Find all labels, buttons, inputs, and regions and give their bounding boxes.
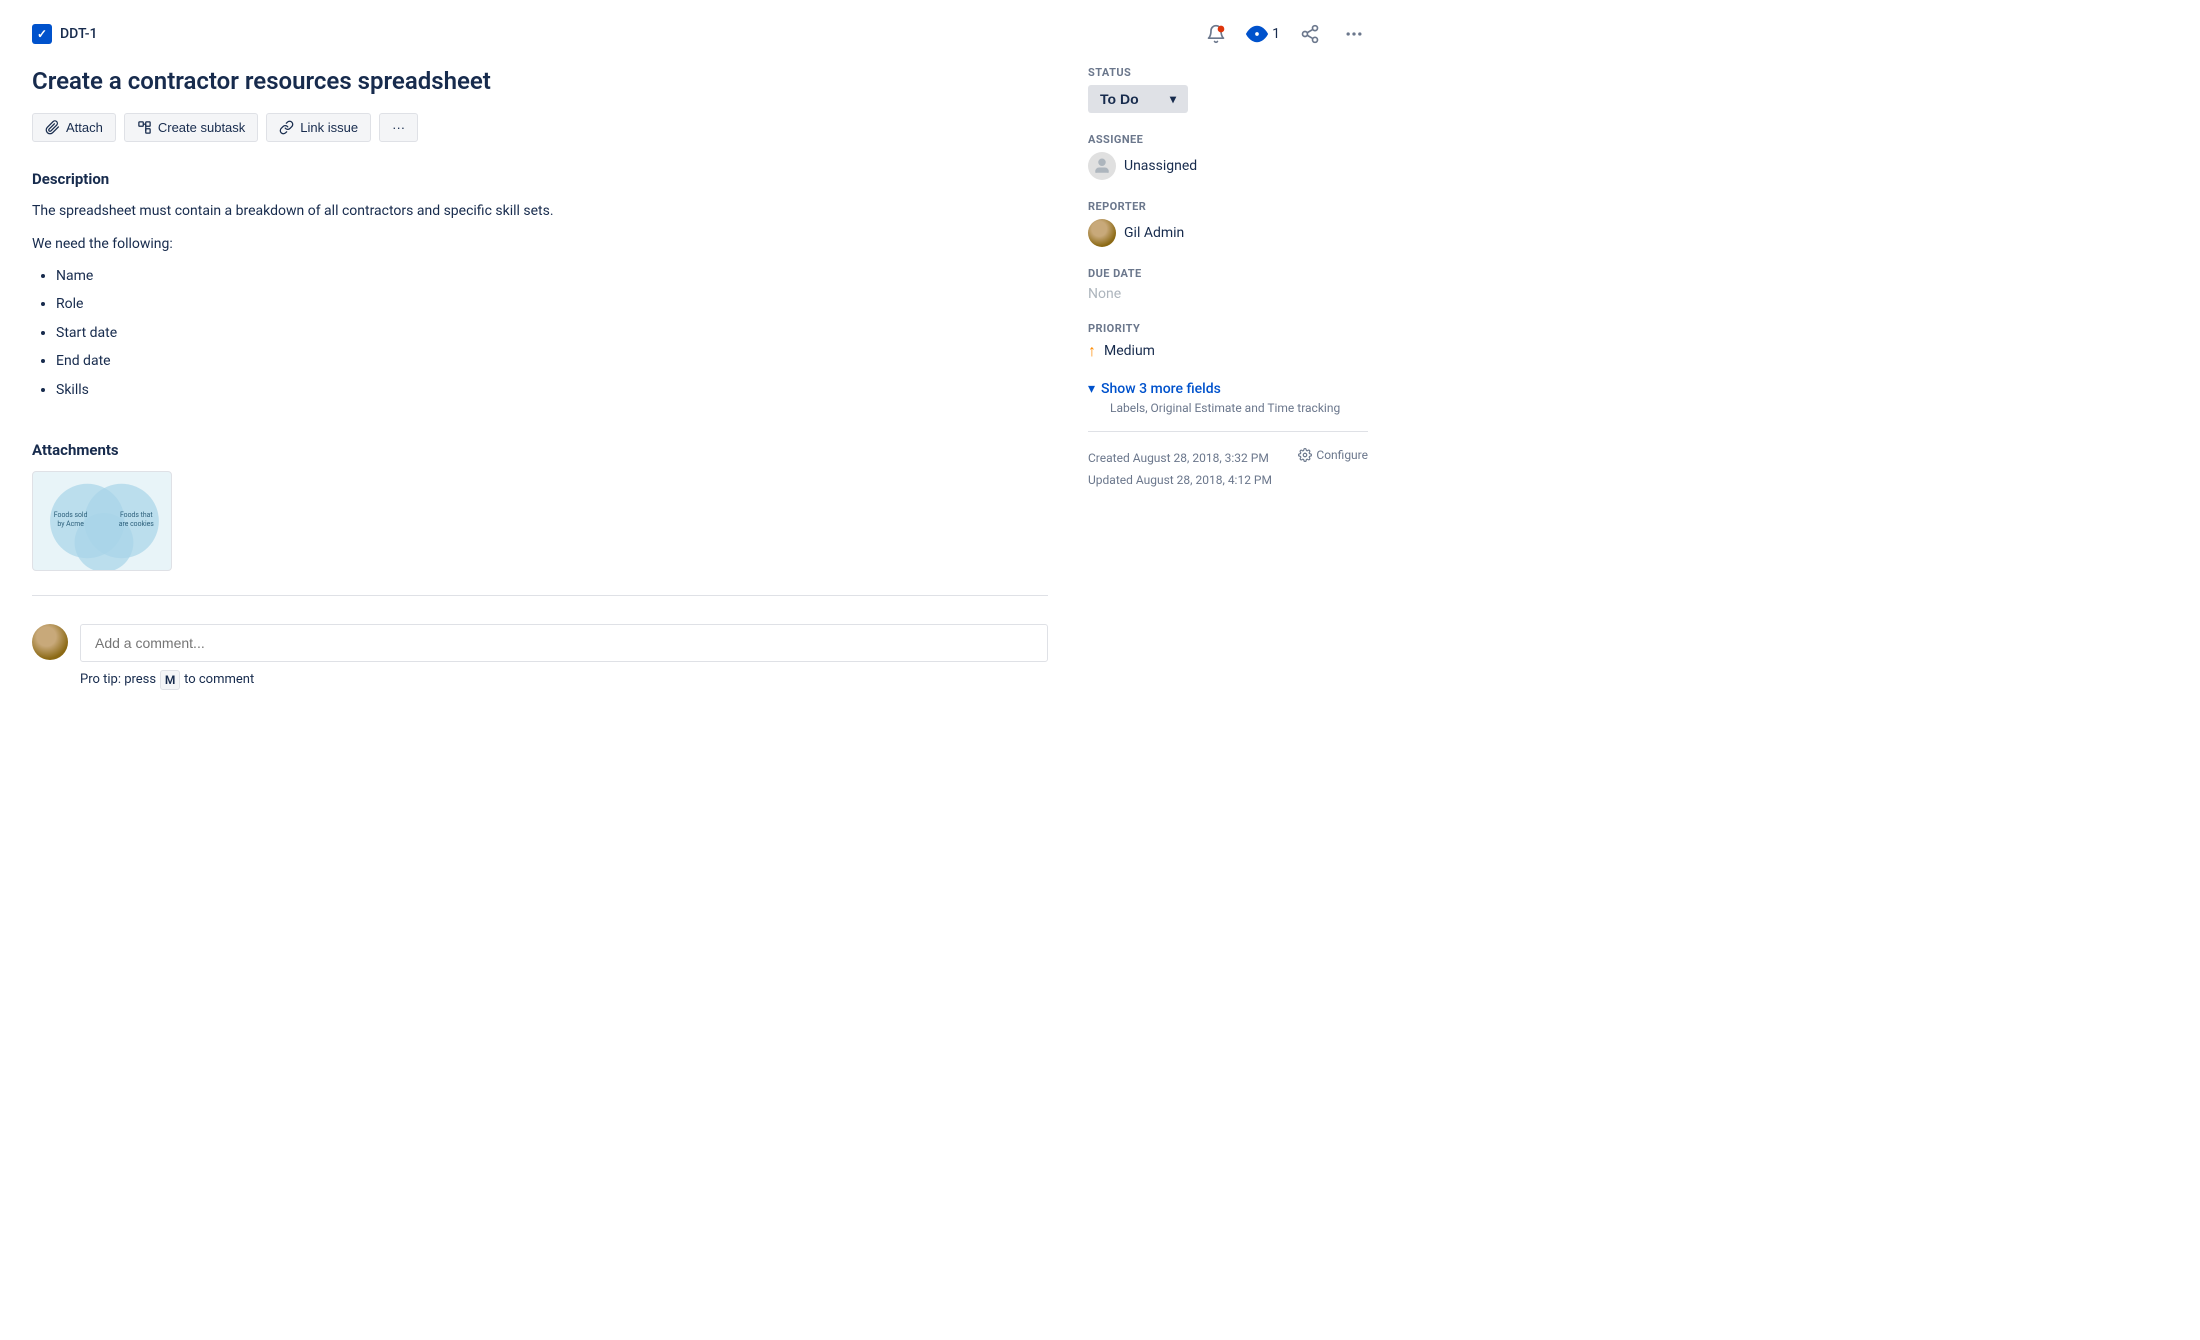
attachments-title: Attachments [32,441,1048,459]
priority-label: PRIORITY [1088,322,1368,335]
show-more-fields-section: ▾ Show 3 more fields Labels, Original Es… [1088,381,1368,415]
person-icon [1093,157,1111,175]
status-field: STATUS To Do ▾ [1088,66,1368,113]
configure-link[interactable]: Configure [1298,448,1368,462]
show-more-sublabel: Labels, Original Estimate and Time track… [1110,401,1368,415]
eye-icon [1246,23,1268,45]
created-updated-section: Created August 28, 2018, 3:32 PM Updated… [1088,448,1368,491]
reporter-label: REPORTER [1088,200,1368,213]
reporter-value[interactable]: Gil Admin [1088,219,1368,247]
updated-date: Updated August 28, 2018, 4:12 PM [1088,470,1272,492]
status-button[interactable]: To Do ▾ [1088,85,1188,113]
assignee-value[interactable]: Unassigned [1088,152,1368,180]
chevron-down-icon: ▾ [1170,92,1176,106]
show-more-label: Show 3 more fields [1101,381,1221,397]
reporter-avatar [1088,219,1116,247]
list-item: Skills [56,379,1048,401]
more-label: ··· [392,120,405,135]
due-date-field: DUE DATE None [1088,267,1368,302]
list-item: Name [56,265,1048,287]
reporter-field: REPORTER Gil Admin [1088,200,1368,247]
pro-tip: Pro tip: press M to comment [80,670,1048,690]
subtask-icon [137,120,152,135]
user-avatar [32,624,68,660]
due-date-none: None [1088,286,1121,302]
issue-type-icon: ✓ [32,24,52,44]
more-icon [1344,24,1364,44]
watch-count: 1 [1272,26,1280,42]
comment-section [32,624,1048,662]
status-label: STATUS [1088,66,1368,79]
due-date-value[interactable]: None [1088,286,1368,302]
assignee-field: ASSIGNEE Unassigned [1088,133,1368,180]
priority-field: PRIORITY ↑ Medium [1088,322,1368,361]
watch-button[interactable]: 1 [1246,23,1280,45]
gear-icon [1298,448,1312,462]
assignee-name: Unassigned [1124,158,1197,174]
priority-value[interactable]: ↑ Medium [1088,341,1368,361]
timestamps: Created August 28, 2018, 3:32 PM Updated… [1088,448,1272,491]
description-p1: The spreadsheet must contain a breakdown… [32,200,1048,222]
bell-icon-button[interactable] [1202,20,1230,48]
list-item: Role [56,293,1048,315]
description-title: Description [32,170,1048,188]
list-item: End date [56,350,1048,372]
keyboard-shortcut-badge: M [160,670,180,690]
issue-id: DDT-1 [60,26,98,42]
issue-title: Create a contractor resources spreadshee… [32,66,1048,97]
sidebar: STATUS To Do ▾ ASSIGNEE Unassigned [1088,66,1368,690]
due-date-label: DUE DATE [1088,267,1368,280]
svg-text:Foods that: Foods that [120,511,153,519]
list-item: Start date [56,322,1048,344]
more-actions-button[interactable]: ··· [379,113,418,142]
svg-text:by Acme: by Acme [57,520,84,528]
attachments-section: Attachments Foods sold by Acme Foods tha… [32,441,1048,571]
description-section: Description The spreadsheet must contain… [32,170,1048,401]
create-subtask-button[interactable]: Create subtask [124,113,258,142]
pro-tip-suffix: to comment [184,672,254,687]
sidebar-divider [1088,431,1368,432]
assignee-label: ASSIGNEE [1088,133,1368,146]
share-button[interactable] [1296,20,1324,48]
configure-label: Configure [1316,448,1368,462]
show-more-fields-link[interactable]: ▾ Show 3 more fields [1088,381,1368,397]
more-options-button[interactable] [1340,20,1368,48]
svg-text:Foods sold: Foods sold [54,511,88,519]
link-icon [279,120,294,135]
share-icon [1300,24,1320,44]
attach-label: Attach [66,120,103,135]
bell-icon [1206,24,1226,44]
comment-input[interactable] [80,624,1048,662]
assignee-avatar [1088,152,1116,180]
description-list: Name Role Start date End date Skills [56,265,1048,401]
status-value: To Do [1100,91,1139,107]
pro-tip-prefix: Pro tip: press [80,672,156,687]
attach-button[interactable]: Attach [32,113,116,142]
priority-name: Medium [1104,343,1155,359]
created-date: Created August 28, 2018, 3:32 PM [1088,448,1272,470]
create-subtask-label: Create subtask [158,120,245,135]
link-issue-label: Link issue [300,120,358,135]
svg-text:are cookies: are cookies [119,520,155,528]
attachment-thumbnail[interactable]: Foods sold by Acme Foods that are cookie… [32,471,172,571]
attach-icon [45,120,60,135]
priority-arrow-icon: ↑ [1088,341,1096,361]
reporter-name: Gil Admin [1124,225,1184,241]
description-p2: We need the following: [32,233,1048,255]
venn-diagram-svg: Foods sold by Acme Foods that are cookie… [33,472,171,570]
link-issue-button[interactable]: Link issue [266,113,371,142]
